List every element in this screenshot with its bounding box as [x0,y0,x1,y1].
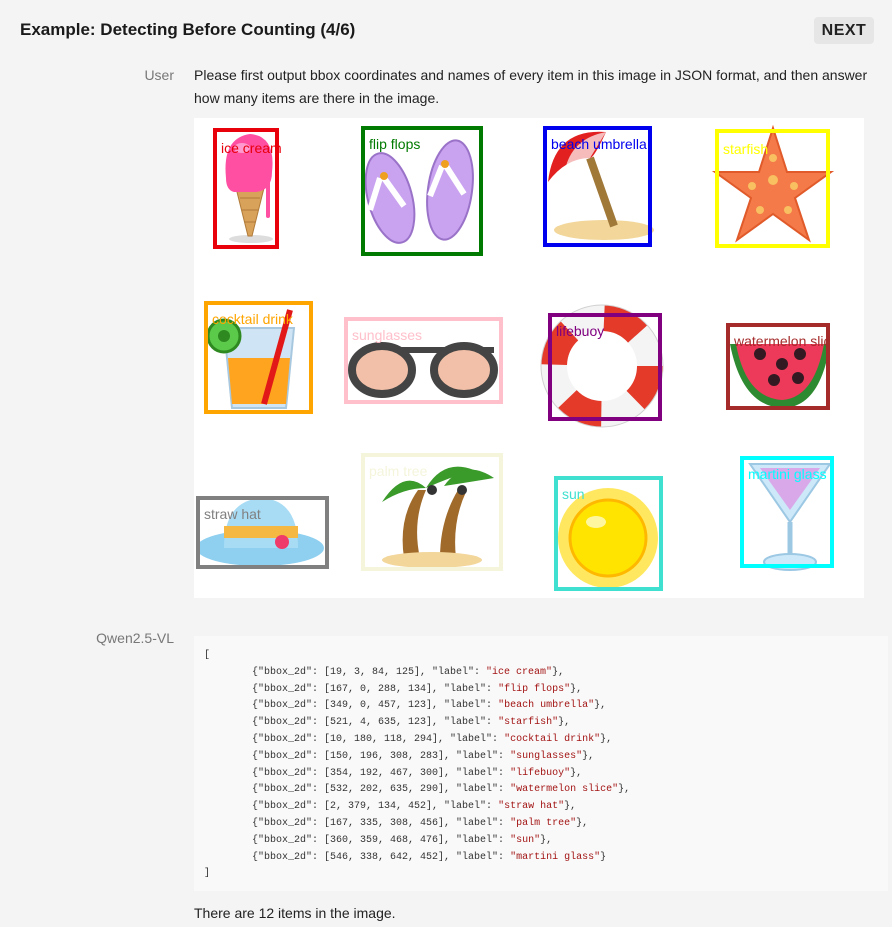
bbox-starfish: starfish [715,129,830,248]
code-line: {"bbox_2d": [546, 338, 642, 452], "label… [204,851,607,863]
user-prompt: Please first output bbox coordinates and… [194,67,868,106]
bbox-label: straw hat [204,506,261,522]
bbox-cocktail-drink: cocktail drink [204,301,313,414]
code-line: {"bbox_2d": [354, 192, 467, 300], "label… [204,767,583,779]
code-line: {"bbox_2d": [360, 359, 468, 476], "label… [204,834,553,846]
json-output-block: [ {"bbox_2d": [19, 3, 84, 125], "label":… [194,636,888,891]
assistant-role-label: Qwen2.5-VL [96,630,174,646]
code-line: {"bbox_2d": [349, 0, 457, 123], "label":… [204,700,607,712]
bbox-straw-hat: straw hat [196,496,329,569]
code-line: {"bbox_2d": [150, 196, 308, 283], "label… [204,750,595,762]
bbox-martini-glass: martini glass [740,456,834,568]
code-line: {"bbox_2d": [167, 335, 308, 456], "label… [204,817,589,829]
bbox-label: sun [562,486,585,502]
bbox-label: cocktail drink [212,311,293,327]
bbox-beach-umbrella: beach umbrella [543,126,652,247]
bbox-label: ice cream [221,140,282,156]
code-line: {"bbox_2d": [10, 180, 118, 294], "label"… [204,733,613,745]
bbox-label: sunglasses [352,327,423,343]
bbox-label: beach umbrella [551,136,647,152]
bbox-flip-flops: flip flops [361,126,483,256]
bbox-label: starfish [723,141,769,157]
bbox-watermelon-slice: watermelon slice [726,323,830,410]
bbox-label: watermelon slice [734,333,830,349]
bbox-label: martini glass [748,466,827,482]
page-title: Example: Detecting Before Counting (4/6) [20,20,356,39]
code-line: {"bbox_2d": [19, 3, 84, 125], "label": "… [204,666,565,678]
bbox-label: palm tree [369,463,428,479]
detection-image: ice cream flip flops beach umbrella star… [194,118,864,598]
code-line: {"bbox_2d": [167, 0, 288, 134], "label":… [204,683,583,695]
code-line: {"bbox_2d": [2, 379, 134, 452], "label":… [204,801,577,813]
code-line: [ [204,650,211,661]
next-button[interactable]: NEXT [814,17,874,44]
user-role-label: User [144,67,174,83]
bbox-lifebuoy: lifebuoy [548,313,662,421]
bbox-label: flip flops [369,136,421,152]
bbox-palm-tree: palm tree [361,453,503,571]
bbox-sunglasses: sunglasses [344,317,503,404]
answer-text: There are 12 items in the image. [194,905,396,921]
bbox-sun: sun [554,476,663,591]
code-line: {"bbox_2d": [521, 4, 635, 123], "label":… [204,717,571,729]
code-line: ] [204,868,211,880]
code-line: {"bbox_2d": [532, 202, 635, 290], "label… [204,784,631,796]
bbox-ice-cream: ice cream [213,128,282,249]
bbox-label: lifebuoy [556,323,605,339]
